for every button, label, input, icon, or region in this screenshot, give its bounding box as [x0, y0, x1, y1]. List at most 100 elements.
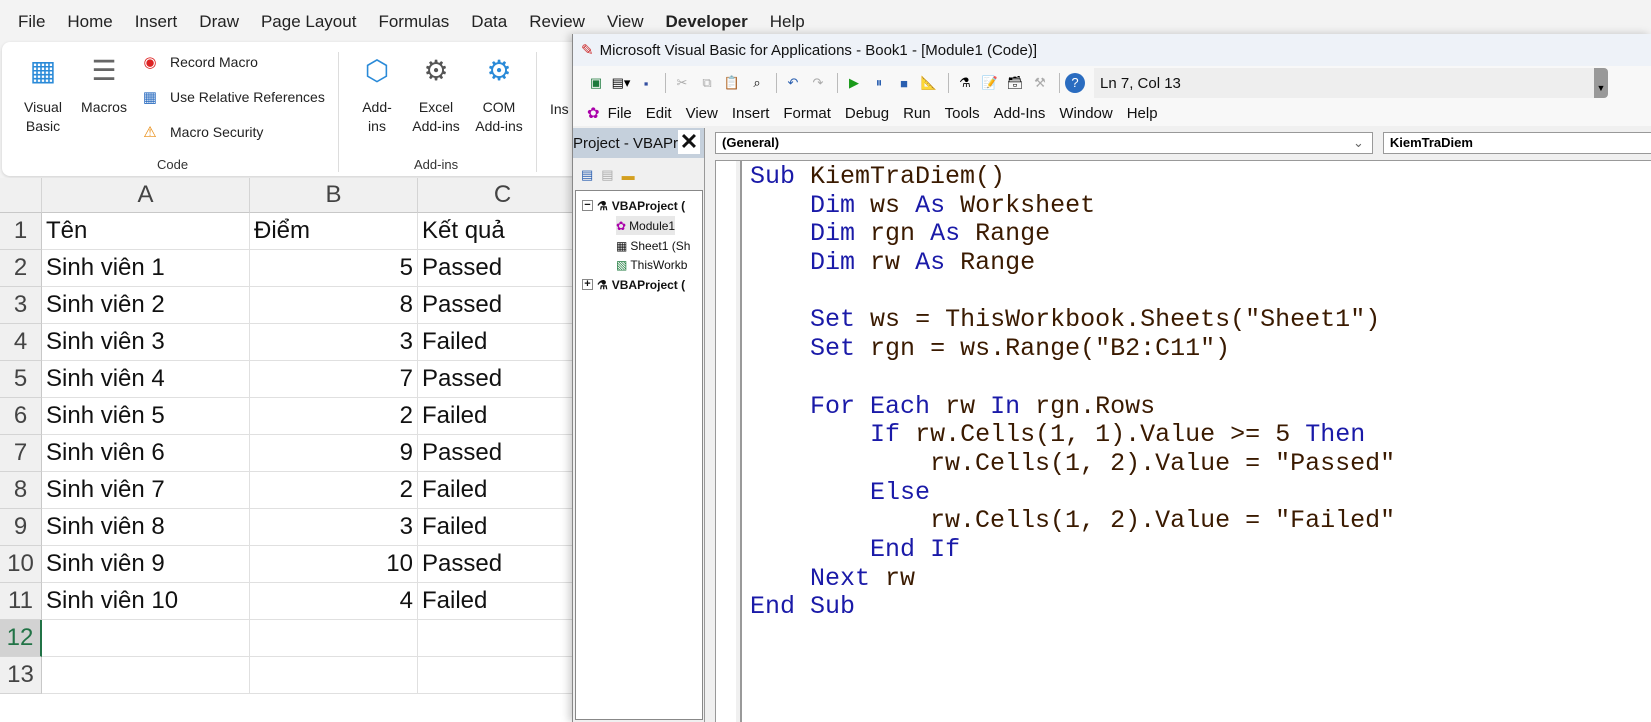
row-header[interactable]: 5 — [0, 361, 42, 398]
cell-c10[interactable]: Passed — [418, 546, 588, 583]
tree-item-module1[interactable]: ✿ Module1 — [616, 216, 676, 235]
cell-b4[interactable]: 3 — [250, 324, 418, 361]
cell-a5[interactable]: Sinh viên 4 — [42, 361, 250, 398]
excel-addins-button[interactable]: ⚙ Excel Add-ins — [407, 52, 465, 136]
cell-a2[interactable]: Sinh viên 1 — [42, 250, 250, 287]
tab-insert[interactable]: Insert — [135, 12, 178, 32]
cell-c5[interactable]: Passed — [418, 361, 588, 398]
procedure-dropdown[interactable]: KiemTraDiem — [1382, 132, 1651, 154]
cell-b7[interactable]: 9 — [250, 435, 418, 472]
row-header[interactable]: 4 — [0, 324, 42, 361]
toggle-folders-icon[interactable]: ▬ — [622, 168, 635, 183]
help-icon[interactable]: ? — [1065, 73, 1085, 93]
cell-c8[interactable]: Failed — [418, 472, 588, 509]
menu-help[interactable]: Help — [1127, 105, 1158, 122]
row-header[interactable]: 11 — [0, 583, 42, 620]
row-header[interactable]: 13 — [0, 657, 42, 694]
use-relative-references-button[interactable]: ▦ Use Relative References — [140, 87, 325, 107]
view-code-icon[interactable]: ▤ — [581, 167, 593, 183]
code-editor[interactable]: Sub KiemTraDiem() Dim ws As Worksheet Di… — [715, 160, 1651, 722]
cell-b10[interactable]: 10 — [250, 546, 418, 583]
object-browser-icon[interactable]: 🗃 — [1004, 75, 1026, 91]
run-icon[interactable]: ▶ — [843, 75, 865, 91]
cell-b5[interactable]: 7 — [250, 361, 418, 398]
toolbox-icon[interactable]: ⚒ — [1029, 75, 1051, 91]
cell-c12[interactable] — [418, 620, 588, 657]
macro-security-button[interactable]: ⚠ Macro Security — [140, 122, 263, 142]
cell-a3[interactable]: Sinh viên 2 — [42, 287, 250, 324]
menu-file[interactable]: File — [608, 105, 632, 122]
excel-icon[interactable]: ▣ — [585, 75, 607, 91]
cell-a11[interactable]: Sinh viên 10 — [42, 583, 250, 620]
cell-a10[interactable]: Sinh viên 9 — [42, 546, 250, 583]
select-all-corner[interactable] — [0, 178, 42, 213]
properties-icon[interactable]: 📝 — [979, 75, 1001, 91]
save-icon[interactable]: ▪ — [635, 76, 657, 91]
undo-icon[interactable]: ↶ — [782, 75, 804, 91]
tree-item-thisworkbook[interactable]: ▧ ThisWorkb — [616, 255, 687, 274]
tree-item-vbaproject[interactable]: − ⚗ VBAProject ( — [582, 196, 685, 215]
cell-c7[interactable]: Passed — [418, 435, 588, 472]
com-addins-button[interactable]: ⚙ COM Add-ins — [470, 52, 528, 136]
cell-b12[interactable] — [250, 620, 418, 657]
cell-b8[interactable]: 2 — [250, 472, 418, 509]
cell-b9[interactable]: 3 — [250, 509, 418, 546]
menu-format[interactable]: Format — [783, 105, 831, 122]
project-explorer-icon[interactable]: ⚗ — [954, 75, 976, 91]
macros-button[interactable]: ☰ Macros — [74, 52, 134, 117]
cell-c4[interactable]: Failed — [418, 324, 588, 361]
cell-b6[interactable]: 2 — [250, 398, 418, 435]
cell-b11[interactable]: 4 — [250, 583, 418, 620]
design-mode-icon[interactable]: 📐 — [918, 75, 940, 91]
row-header[interactable]: 12 — [0, 620, 42, 657]
cell-a4[interactable]: Sinh viên 3 — [42, 324, 250, 361]
tab-file[interactable]: File — [18, 12, 45, 32]
redo-icon[interactable]: ↷ — [807, 75, 829, 91]
tab-view[interactable]: View — [607, 12, 644, 32]
menu-insert[interactable]: Insert — [732, 105, 770, 122]
row-header[interactable]: 10 — [0, 546, 42, 583]
record-macro-button[interactable]: ◉ Record Macro — [140, 52, 257, 72]
row-header[interactable]: 6 — [0, 398, 42, 435]
cell-a8[interactable]: Sinh viên 7 — [42, 472, 250, 509]
addins-button[interactable]: ⬡ Add- ins — [352, 52, 402, 136]
tab-formulas[interactable]: Formulas — [378, 12, 449, 32]
tab-home[interactable]: Home — [67, 12, 112, 32]
close-icon[interactable]: ✕ — [678, 130, 700, 154]
code-lines[interactable]: Sub KiemTraDiem() Dim ws As Worksheet Di… — [750, 162, 1395, 622]
menu-add-ins[interactable]: Add-Ins — [994, 105, 1046, 122]
tab-review[interactable]: Review — [529, 12, 585, 32]
cell-c9[interactable]: Failed — [418, 509, 588, 546]
row-header[interactable]: 8 — [0, 472, 42, 509]
cell-c13[interactable] — [418, 657, 588, 694]
cell-b3[interactable]: 8 — [250, 287, 418, 324]
menu-tools[interactable]: Tools — [945, 105, 980, 122]
tab-developer[interactable]: Developer — [666, 12, 748, 32]
row-header[interactable]: 7 — [0, 435, 42, 472]
collapse-icon[interactable]: − — [582, 200, 593, 211]
row-header[interactable]: 2 — [0, 250, 42, 287]
menu-edit[interactable]: Edit — [646, 105, 672, 122]
menu-window[interactable]: Window — [1059, 105, 1112, 122]
row-header[interactable]: 9 — [0, 509, 42, 546]
cell-b2[interactable]: 5 — [250, 250, 418, 287]
pause-icon[interactable]: ⏸ — [868, 75, 890, 91]
menu-view[interactable]: View — [686, 105, 718, 122]
cell-c1[interactable]: Kết quả — [418, 213, 588, 250]
object-dropdown[interactable]: (General) ⌄ — [715, 132, 1373, 154]
cell-a6[interactable]: Sinh viên 5 — [42, 398, 250, 435]
toolbar-options-icon[interactable]: ▼ — [1594, 68, 1608, 98]
tab-draw[interactable]: Draw — [199, 12, 239, 32]
view-object-icon[interactable]: ▤ — [601, 167, 613, 183]
cell-a9[interactable]: Sinh viên 8 — [42, 509, 250, 546]
find-icon[interactable]: ⌕ — [746, 75, 768, 91]
cut-icon[interactable]: ✂ — [671, 75, 693, 91]
tab-help[interactable]: Help — [770, 12, 805, 32]
visual-basic-button[interactable]: ▦ Visual Basic — [14, 52, 72, 136]
cell-c11[interactable]: Failed — [418, 583, 588, 620]
insert-userform-icon[interactable]: ▤▾ — [610, 75, 632, 91]
column-header-c[interactable]: C — [418, 178, 588, 213]
cell-a7[interactable]: Sinh viên 6 — [42, 435, 250, 472]
cell-b13[interactable] — [250, 657, 418, 694]
column-header-a[interactable]: A — [42, 178, 250, 213]
